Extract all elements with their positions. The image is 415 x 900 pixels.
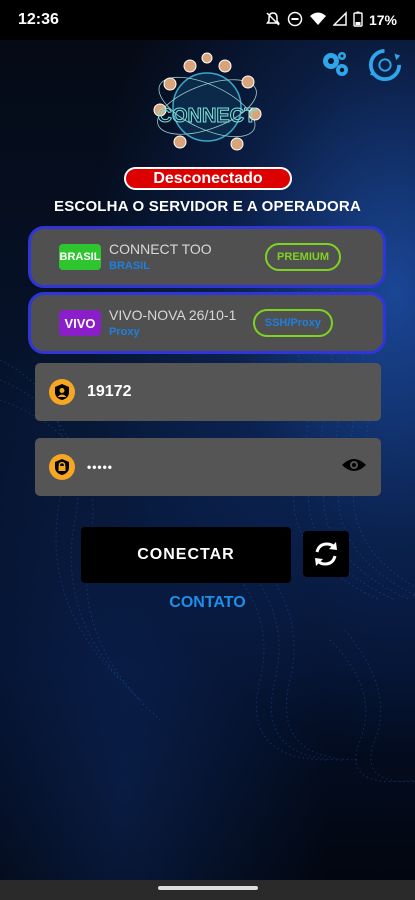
brasil-flag-icon: BRASIL xyxy=(59,244,101,270)
user-shield-icon xyxy=(49,379,75,405)
settings-button[interactable] xyxy=(318,48,352,82)
password-field[interactable]: ••••• xyxy=(35,438,381,496)
app-logo: CONNECT xyxy=(150,52,265,162)
logo-text: CONNECT xyxy=(158,105,257,127)
eye-icon[interactable] xyxy=(341,456,367,479)
password-value: ••••• xyxy=(87,460,114,474)
dnd-icon xyxy=(287,11,303,30)
reconnect-button[interactable] xyxy=(303,531,349,577)
server-tag-badge: PREMIUM xyxy=(265,243,341,271)
connection-status-badge: Desconectado xyxy=(124,167,292,190)
operator-name: VIVO-NOVA 26/10-1 xyxy=(109,306,237,323)
server-subtitle: BRASIL xyxy=(109,260,150,273)
system-nav-bar xyxy=(0,880,415,900)
operator-texts: VIVO-NOVA 26/10-1 Proxy xyxy=(109,306,253,339)
operator-subtitle: Proxy xyxy=(109,326,140,339)
server-name: CONNECT TOO xyxy=(109,240,212,257)
server-texts: CONNECT TOO BRASIL xyxy=(109,240,265,273)
sync-button[interactable] xyxy=(368,48,402,82)
wifi-icon xyxy=(309,11,327,30)
operator-tag-badge: SSH/Proxy xyxy=(252,309,333,337)
status-time: 12:36 xyxy=(18,11,59,28)
operator-selector[interactable]: VIVO VIVO-NOVA 26/10-1 Proxy SSH/Proxy xyxy=(28,292,386,354)
battery-percent: 17% xyxy=(368,12,397,28)
battery-icon xyxy=(353,11,363,30)
signal-icon xyxy=(332,10,347,30)
status-bar: 12:36 17% xyxy=(0,0,415,40)
contact-link[interactable]: CONTATO xyxy=(0,594,415,612)
server-selector[interactable]: BRASIL CONNECT TOO BRASIL PREMIUM xyxy=(28,226,386,288)
gear-icon xyxy=(323,52,348,76)
status-icons: 17% xyxy=(265,10,397,30)
vivo-logo-icon: VIVO xyxy=(59,310,101,336)
refresh-icon xyxy=(368,48,402,82)
refresh-arrows-icon xyxy=(315,542,337,566)
section-title: ESCOLHA O SERVIDOR E A OPERADORA xyxy=(54,198,361,215)
lock-shield-icon xyxy=(49,454,75,480)
home-indicator[interactable] xyxy=(158,886,258,890)
username-field[interactable]: 19172 xyxy=(35,363,381,421)
mute-icon xyxy=(265,11,281,30)
username-value: 19172 xyxy=(87,383,132,400)
connect-button[interactable]: CONECTAR xyxy=(81,527,291,583)
